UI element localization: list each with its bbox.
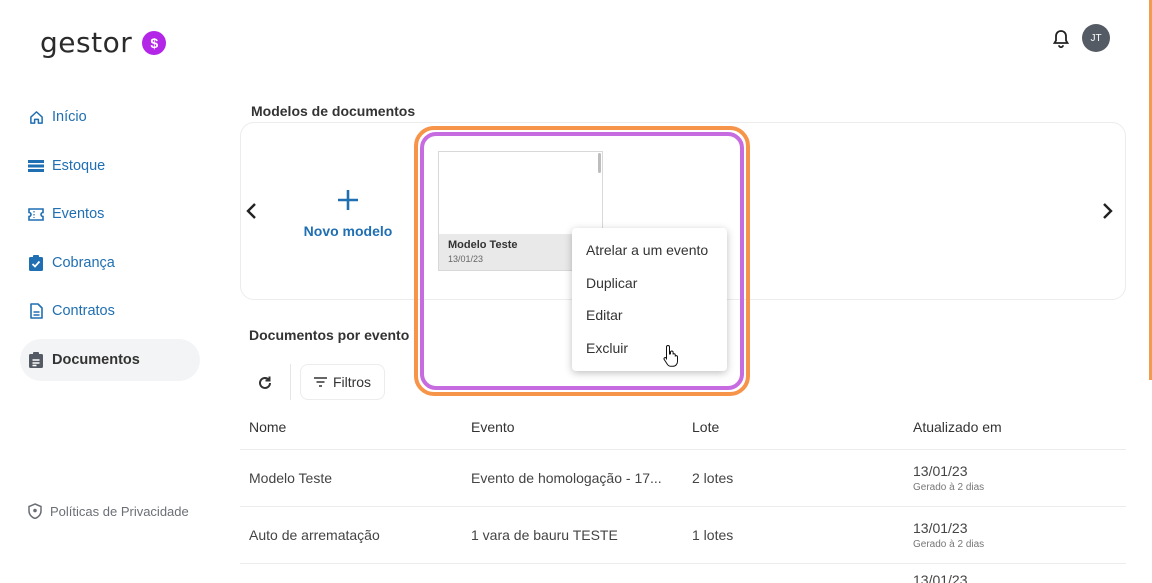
cell-date: 13/01/23 [913, 520, 968, 536]
new-model-label: Novo modelo [303, 223, 393, 239]
sidebar-item-inicio[interactable]: Início [20, 96, 200, 138]
privacy-link[interactable]: Políticas de Privacidade [28, 503, 189, 519]
cell-evento: 1 vara de bauru TESTE [471, 527, 618, 543]
models-section-title: Modelos de documentos [251, 103, 416, 119]
cell-evento: Evento de homologação - 17... [471, 470, 662, 486]
cell-lote: 2 lotes [692, 470, 734, 486]
chevron-left-icon[interactable] [243, 202, 261, 220]
logo-text: gestor [40, 26, 133, 59]
ticket-icon [28, 206, 44, 222]
sidebar-item-documentos[interactable]: Documentos [20, 338, 200, 381]
partial-row-date: 13/01/23 [913, 572, 968, 583]
cell-nome: Auto de arrematação [249, 527, 380, 543]
table-row[interactable]: Modelo Teste Evento de homologação - 17.… [240, 450, 1126, 507]
table-header: Nome Evento Lote Atualizado em [240, 404, 1126, 450]
sidebar-item-label: Início [52, 109, 87, 125]
refresh-icon[interactable] [256, 374, 274, 392]
shield-icon [28, 503, 42, 519]
table-row[interactable]: Auto de arrematação 1 vara de bauru TEST… [240, 507, 1126, 564]
cell-atualizado: 13/01/23 Gerado à 2 dias [904, 463, 1126, 493]
notification-bell-icon[interactable] [1052, 29, 1070, 49]
clipboard-check-icon [28, 254, 44, 271]
documents-section-title: Documentos por evento [249, 327, 410, 343]
chevron-right-icon[interactable] [1098, 202, 1116, 220]
menu-item-edit[interactable]: Editar [572, 299, 727, 332]
documents-table: Nome Evento Lote Atualizado em Modelo Te… [240, 404, 1126, 564]
cell-atualizado: 13/01/23 Gerado à 2 dias [904, 520, 1126, 550]
menu-item-delete[interactable]: Excluir [572, 332, 727, 365]
menu-item-attach-event[interactable]: Atrelar a um evento [572, 234, 727, 267]
sidebar-item-contratos[interactable]: Contratos [20, 290, 200, 332]
cell-date: 13/01/23 [913, 463, 968, 479]
filter-icon [313, 377, 327, 387]
cell-lote: 1 lotes [692, 527, 734, 543]
new-model-button[interactable]: Novo modelo [298, 188, 398, 239]
sidebar-item-estoque[interactable]: Estoque [20, 145, 200, 187]
file-icon [28, 303, 44, 319]
column-header-lote[interactable]: Lote [683, 419, 904, 435]
home-icon [28, 109, 44, 125]
sidebar-item-cobranca[interactable]: Cobrança [20, 242, 200, 284]
filters-button[interactable]: Filtros [300, 364, 385, 400]
cell-generated: Gerado à 2 dias [913, 539, 985, 550]
avatar[interactable]: JT [1082, 24, 1110, 52]
toolbar-divider [290, 364, 291, 400]
sidebar-item-label: Cobrança [52, 254, 115, 271]
sidebar-item-label: Documentos [52, 351, 140, 368]
logo[interactable]: gestor $ [40, 26, 167, 59]
filters-label: Filtros [332, 374, 372, 390]
sidebar-item-label: Estoque [52, 157, 106, 174]
hand-cursor-icon [663, 344, 678, 367]
context-menu: Atrelar a um evento Duplicar Editar Excl… [572, 228, 727, 371]
sidebar-item-eventos[interactable]: Eventos [20, 193, 200, 235]
sidebar-item-label: Eventos [52, 206, 105, 222]
sidebar: Início Estoque Eventos Cobrança Contrato… [20, 96, 200, 387]
column-header-atualizado[interactable]: Atualizado em [904, 419, 1126, 435]
plus-icon [298, 188, 398, 217]
privacy-label: Políticas de Privacidade [50, 503, 189, 519]
menu-item-duplicate[interactable]: Duplicar [572, 267, 727, 300]
column-header-evento[interactable]: Evento [462, 419, 683, 435]
sidebar-item-label: Contratos [52, 303, 115, 319]
logo-badge-icon: $ [142, 30, 167, 55]
list-icon [28, 158, 44, 174]
cell-generated: Gerado à 2 dias [913, 482, 985, 493]
clipboard-icon [28, 351, 44, 368]
cell-nome: Modelo Teste [249, 470, 333, 486]
column-header-nome[interactable]: Nome [240, 419, 462, 435]
